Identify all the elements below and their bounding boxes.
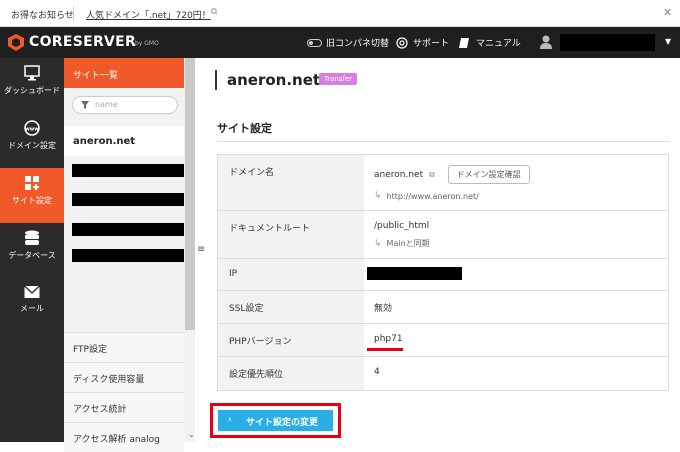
nav-database-label: データベース: [8, 251, 56, 260]
site-item-redacted[interactable]: [72, 164, 184, 177]
lifebuoy-icon: [396, 36, 408, 49]
external-link-icon: ⧉: [211, 7, 218, 17]
toggle-icon: [307, 38, 322, 47]
notice-bar: お得なお知らせ 人気ドメイン「.net」720円！ ⧉ ✕: [0, 0, 680, 27]
arrow-return-icon: ↳: [374, 238, 382, 249]
user-name-redacted[interactable]: [560, 34, 655, 51]
highlight-underline: [367, 348, 403, 351]
table-row: SSL設定 無効: [218, 290, 668, 323]
chevron-down-icon[interactable]: ⌄: [188, 430, 195, 439]
book-icon: [459, 37, 469, 48]
title-accent: [215, 70, 217, 90]
docroot-sync-line: ↳ Mainと同期: [374, 238, 668, 249]
close-icon[interactable]: ✕: [663, 6, 672, 19]
database-icon: [25, 230, 39, 245]
row-value: [364, 259, 668, 290]
nav-site-settings-label: サイト設定: [12, 196, 52, 205]
brand-name: CORESERVER: [29, 34, 137, 50]
change-button-label: サイト設定の変更: [246, 418, 319, 428]
main-sidebar: ダッシュボード www ドメイン設定 サイト設定 データベース メール: [0, 58, 64, 442]
row-label: IP: [218, 259, 364, 290]
change-site-settings-button[interactable]: › サイト設定の変更: [218, 410, 333, 431]
grid-plus-icon: [25, 176, 39, 190]
row-value: 4: [374, 367, 380, 377]
status-badge: Transfer: [319, 73, 358, 85]
row-value: /public_html ↳ Mainと同期: [364, 211, 668, 258]
support-label: サポート: [413, 39, 450, 49]
manual-link[interactable]: マニュアル: [459, 36, 521, 49]
chevron-down-icon[interactable]: ▼: [665, 37, 671, 46]
nav-mail[interactable]: メール: [0, 278, 64, 333]
user-icon[interactable]: [540, 35, 552, 49]
main-content: aneron.net Transfer サイト設定 ドメイン名 aneron.n…: [205, 58, 680, 442]
table-row: ドメイン名 aneron.net ⧉ ドメイン設定確認 ↳ http://www…: [218, 155, 668, 210]
docroot-value: /public_html: [374, 221, 430, 231]
domain-url-line: ↳ http://www.aneron.net/: [374, 191, 668, 201]
table-row: 設定優先順位 4: [218, 356, 668, 390]
notice-divider: [73, 6, 74, 21]
row-value: aneron.net ⧉ ドメイン設定確認 ↳ http://www.anero…: [364, 155, 668, 210]
domain-confirm-button[interactable]: ドメイン設定確認: [447, 165, 530, 184]
support-link[interactable]: サポート: [396, 36, 449, 49]
site-list-panel: サイト一覧 name aneron.net FTP設定 ディスク使用容量 アクセ…: [64, 58, 195, 452]
row-label: ドキュメントルート: [218, 211, 364, 258]
chevron-right-icon: ›: [228, 415, 232, 425]
highlight-frame: › サイト設定の変更: [210, 403, 341, 438]
theme-toggle-label: 旧コンパネ切替: [326, 39, 390, 49]
ip-redacted: [367, 267, 462, 280]
sub-item-access-stats[interactable]: アクセス統計: [64, 392, 184, 422]
divider: [217, 141, 670, 142]
row-value: 無効: [374, 304, 393, 314]
site-item-redacted[interactable]: [72, 249, 184, 262]
row-value: php71: [364, 324, 668, 356]
nav-database[interactable]: データベース: [0, 223, 64, 278]
notice-link[interactable]: 人気ドメイン「.net」720円！: [86, 8, 211, 21]
scrollbar[interactable]: [185, 58, 195, 330]
scrollbar-track: [185, 330, 195, 442]
nav-dashboard[interactable]: ダッシュボード: [0, 58, 64, 113]
top-header: CORESERVER by GMO 旧コンパネ切替 サポート マニュアル ▼: [0, 27, 680, 58]
nav-site-settings[interactable]: サイト設定: [0, 168, 64, 223]
table-row: IP: [218, 258, 668, 290]
sub-item-disk[interactable]: ディスク使用容量: [64, 362, 184, 392]
theme-toggle[interactable]: 旧コンパネ切替: [307, 36, 389, 49]
sub-item-analog[interactable]: アクセス解析 analog: [64, 422, 184, 452]
sub-item-ftp[interactable]: FTP設定: [64, 332, 184, 362]
page-title: aneron.net: [227, 71, 321, 89]
site-item-selected[interactable]: aneron.net: [64, 126, 184, 156]
row-label: PHPバージョン: [218, 324, 364, 356]
svg-text:www: www: [25, 127, 39, 133]
row-label: 設定優先順位: [218, 357, 364, 390]
manual-label: マニュアル: [476, 39, 521, 49]
nav-mail-label: メール: [20, 304, 44, 313]
table-row: ドキュメントルート /public_html ↳ Mainと同期: [218, 210, 668, 258]
nav-dashboard-label: ダッシュボード: [4, 86, 60, 95]
row-label: SSL設定: [218, 291, 364, 323]
docroot-sync: Mainと同期: [386, 239, 430, 248]
nav-domain-label: ドメイン設定: [8, 141, 56, 150]
external-link-icon[interactable]: ⧉: [429, 170, 435, 179]
domain-url: http://www.aneron.net/: [386, 191, 479, 201]
table-row: PHPバージョン php71: [218, 323, 668, 356]
nav-domain[interactable]: www ドメイン設定: [0, 113, 64, 168]
settings-table: ドメイン名 aneron.net ⧉ ドメイン設定確認 ↳ http://www…: [217, 154, 669, 391]
section-title: サイト設定: [217, 122, 272, 135]
mail-icon: [24, 285, 40, 298]
monitor-icon: [24, 65, 40, 81]
search-placeholder: name: [95, 100, 118, 109]
site-item-redacted[interactable]: [72, 223, 184, 236]
php-value: php71: [374, 334, 403, 344]
site-item-redacted[interactable]: [72, 193, 184, 206]
site-list-heading: サイト一覧: [64, 58, 184, 88]
arrow-return-icon: ↳: [374, 191, 382, 201]
site-search-input[interactable]: name: [72, 96, 178, 114]
row-label: ドメイン名: [218, 155, 364, 210]
logo-icon: [8, 34, 24, 51]
filter-icon: [81, 101, 89, 109]
www-icon: www: [24, 120, 40, 136]
notice-label: お得なお知らせ: [11, 11, 74, 21]
domain-value: aneron.net: [374, 170, 424, 180]
brand-sub: by GMO: [135, 40, 159, 47]
